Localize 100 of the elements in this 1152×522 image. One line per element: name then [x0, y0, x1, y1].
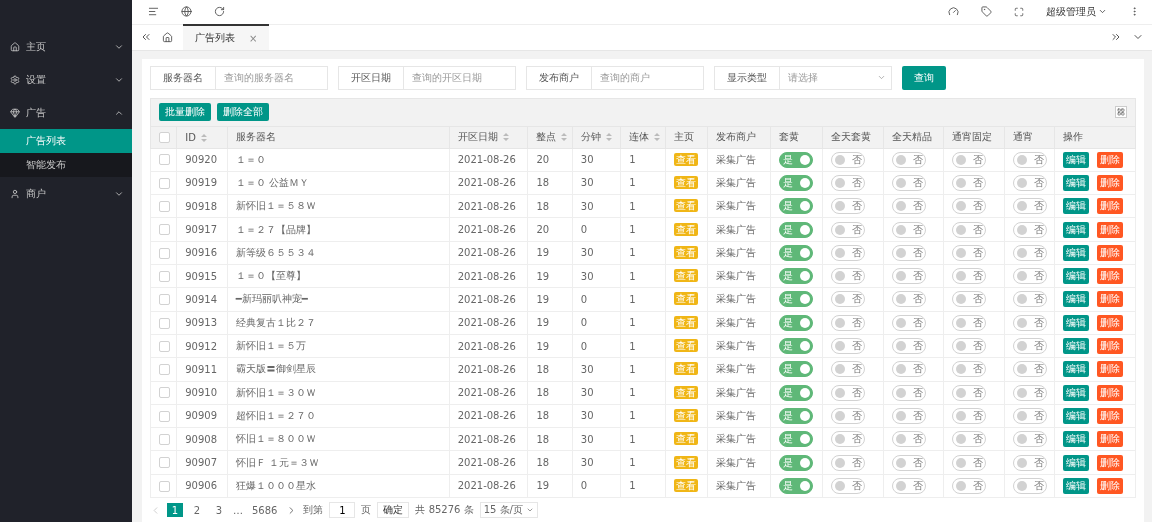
- edit-button[interactable]: 编辑: [1063, 384, 1090, 401]
- toggle-switch[interactable]: 否: [1012, 407, 1047, 424]
- toggle-switch[interactable]: 否: [831, 477, 866, 494]
- toggle-switch[interactable]: 否: [831, 454, 866, 471]
- toggle-switch[interactable]: 否: [891, 244, 926, 261]
- toggle-switch[interactable]: 否: [891, 477, 926, 494]
- toggle-switch[interactable]: 否: [952, 221, 987, 238]
- toggle-switch[interactable]: 否: [831, 338, 866, 355]
- edit-button[interactable]: 编辑: [1063, 291, 1090, 308]
- toggle-switch[interactable]: 否: [1012, 268, 1047, 285]
- checkbox[interactable]: [159, 131, 170, 143]
- toggle-switch[interactable]: 否: [831, 268, 866, 285]
- delete-button[interactable]: 删除: [1097, 361, 1124, 378]
- column-header[interactable]: 连体: [620, 126, 666, 149]
- delete-button[interactable]: 删除: [1097, 477, 1124, 494]
- toggle-switch[interactable]: 否: [1012, 384, 1047, 401]
- checkbox[interactable]: [159, 317, 170, 329]
- toggle-switch[interactable]: 否: [1012, 314, 1047, 331]
- toggle-switch[interactable]: 否: [1012, 338, 1047, 355]
- edit-button[interactable]: 编辑: [1063, 407, 1090, 424]
- toggle-switch[interactable]: 否: [891, 454, 926, 471]
- toggle-switch[interactable]: 否: [831, 221, 866, 238]
- edit-button[interactable]: 编辑: [1063, 431, 1090, 448]
- toggle-switch[interactable]: 否: [891, 407, 926, 424]
- toggle-switch[interactable]: 否: [1012, 221, 1047, 238]
- toggle-switch[interactable]: 否: [1012, 454, 1047, 471]
- edit-button[interactable]: 编辑: [1063, 268, 1090, 285]
- select-field[interactable]: 请选择: [780, 65, 892, 90]
- delete-button[interactable]: 删除: [1097, 268, 1124, 285]
- toggle-switch[interactable]: 否: [1012, 291, 1047, 308]
- input-field[interactable]: 查询的商户: [592, 65, 704, 90]
- toggle-switch[interactable]: 否: [831, 175, 866, 191]
- delete-button[interactable]: 删除: [1097, 407, 1124, 424]
- checkbox[interactable]: [159, 270, 170, 282]
- toggle-switch[interactable]: 否: [1012, 151, 1047, 168]
- column-header[interactable]: 分钟: [572, 126, 621, 149]
- edit-button[interactable]: 编辑: [1063, 175, 1090, 191]
- delete-button[interactable]: 删除: [1097, 431, 1124, 448]
- toggle-switch[interactable]: 否: [891, 361, 926, 378]
- checkbox[interactable]: [159, 177, 170, 189]
- toggle-switch[interactable]: 否: [831, 407, 866, 424]
- toggle-switch[interactable]: 否: [891, 268, 926, 285]
- fullscreen-icon[interactable]: [1014, 6, 1024, 17]
- toggle-switch[interactable]: 否: [952, 151, 987, 168]
- delete-button[interactable]: 删除: [1097, 151, 1124, 168]
- toggle-switch[interactable]: 否: [891, 431, 926, 448]
- edit-button[interactable]: 编辑: [1063, 361, 1090, 378]
- toggle-switch[interactable]: 否: [1012, 244, 1047, 261]
- input-field[interactable]: 查询的服务器名: [216, 65, 328, 90]
- toggle-switch[interactable]: 否: [831, 384, 866, 401]
- delete-button[interactable]: 删除: [1097, 314, 1124, 331]
- toggle-switch[interactable]: 否: [952, 268, 987, 285]
- delete-button[interactable]: 删除: [1097, 244, 1124, 261]
- toggle-switch[interactable]: 否: [831, 151, 866, 168]
- edit-button[interactable]: 编辑: [1063, 151, 1090, 168]
- menu-icon[interactable]: [148, 6, 159, 18]
- toggle-switch[interactable]: 否: [1012, 477, 1047, 494]
- search-button[interactable]: 查询: [902, 65, 946, 90]
- toggle-switch[interactable]: 否: [831, 198, 866, 215]
- user-menu[interactable]: 超级管理员: [1046, 4, 1107, 19]
- toggle-switch[interactable]: 否: [952, 384, 987, 401]
- sidebar-item[interactable]: 广告: [0, 96, 132, 129]
- toggle-switch[interactable]: 否: [952, 291, 987, 308]
- checkbox[interactable]: [159, 434, 170, 445]
- delete-button[interactable]: 删除: [1097, 221, 1124, 238]
- edit-button[interactable]: 编辑: [1063, 244, 1090, 261]
- toggle-switch[interactable]: 否: [891, 291, 926, 308]
- page-number[interactable]: 3: [211, 503, 227, 517]
- checkbox[interactable]: [159, 224, 170, 236]
- page-tab[interactable]: 广告列表 ×: [183, 24, 270, 51]
- toggle-switch[interactable]: 否: [1012, 175, 1047, 191]
- input-field[interactable]: 查询的开区日期: [404, 65, 516, 90]
- delete-button[interactable]: 删除: [1097, 198, 1124, 215]
- toggle-switch[interactable]: 否: [891, 384, 926, 401]
- toggle-switch[interactable]: 否: [891, 314, 926, 331]
- columns-icon[interactable]: [1115, 106, 1127, 119]
- sidebar-subitem[interactable]: 广告列表: [0, 129, 132, 153]
- toggle-switch[interactable]: 否: [952, 431, 987, 448]
- delete-button[interactable]: 删除: [1097, 175, 1124, 191]
- edit-button[interactable]: 编辑: [1063, 454, 1090, 471]
- toggle-switch[interactable]: 否: [831, 431, 866, 448]
- tag-icon[interactable]: [981, 6, 992, 18]
- checkbox[interactable]: [159, 457, 170, 469]
- page-number[interactable]: 1: [167, 503, 183, 517]
- toggle-switch[interactable]: 否: [952, 198, 987, 215]
- checkbox[interactable]: [159, 340, 170, 352]
- toggle-switch[interactable]: 否: [1012, 198, 1047, 215]
- batch-delete-button[interactable]: 批量删除: [159, 103, 211, 122]
- delete-all-button[interactable]: 删除全部: [217, 103, 269, 122]
- checkbox[interactable]: [159, 387, 170, 399]
- checkbox[interactable]: [159, 410, 170, 422]
- toggle-switch[interactable]: 否: [891, 221, 926, 238]
- toggle-switch[interactable]: 否: [1012, 431, 1047, 448]
- delete-button[interactable]: 删除: [1097, 454, 1124, 471]
- sidebar-item[interactable]: 设置: [0, 63, 132, 96]
- toggle-switch[interactable]: 否: [952, 477, 987, 494]
- column-header[interactable]: 开区日期: [449, 126, 528, 149]
- toggle-switch[interactable]: 否: [1012, 361, 1047, 378]
- edit-button[interactable]: 编辑: [1063, 314, 1090, 331]
- globe-icon[interactable]: [181, 6, 192, 18]
